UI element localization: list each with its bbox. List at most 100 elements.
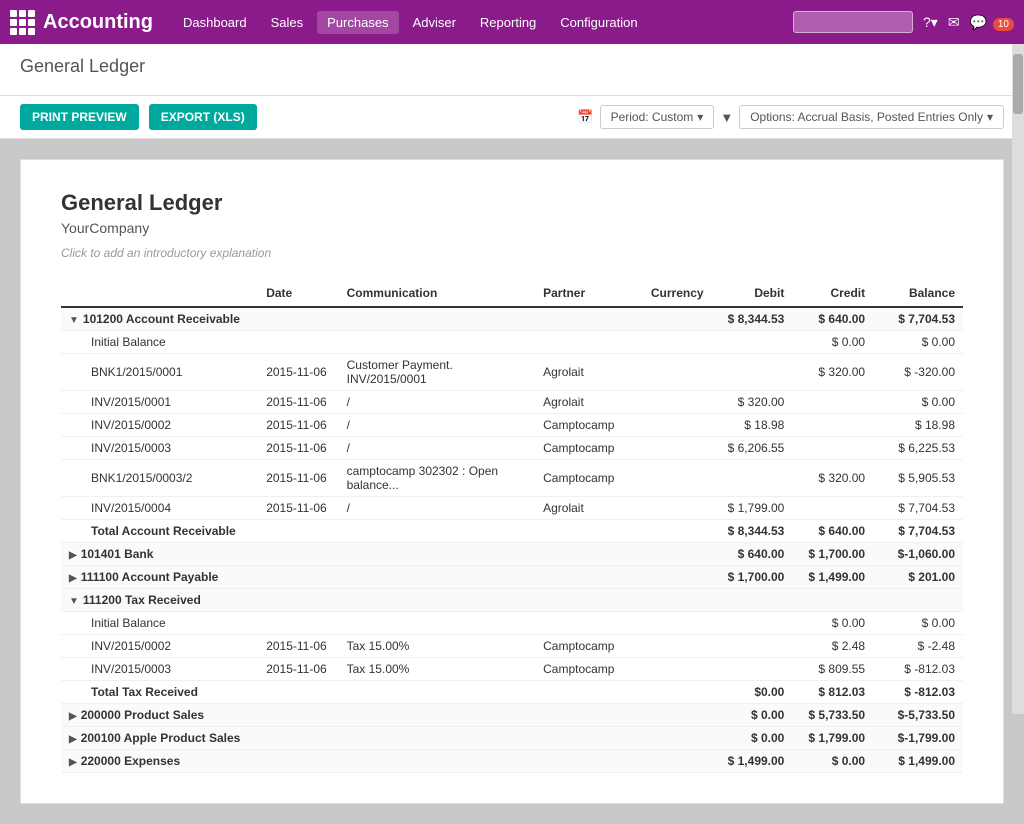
row-ref[interactable]: BNK1/2015/0003/2 [61, 460, 258, 497]
account-label-200000: ▶200000 Product Sales [61, 704, 712, 727]
total-label-101200: Total Account Receivable [61, 520, 712, 543]
account-credit-220000: $ 0.00 [792, 750, 873, 773]
account-balance-220000: $ 1,499.00 [873, 750, 963, 773]
table-row: INV/2015/0003 2015-11-06 Tax 15.00% Camp… [61, 658, 963, 681]
row-date: 2015-11-06 [258, 460, 338, 497]
total-row-111200: Total Tax Received $0.00 $ 812.03 $ -812… [61, 681, 963, 704]
expand-icon-111200[interactable]: ▼ [69, 596, 79, 607]
account-credit-101200: $ 640.00 [792, 307, 873, 331]
row-partner: Camptocamp [535, 460, 643, 497]
account-balance-200000: $-5,733.50 [873, 704, 963, 727]
row-comm: / [339, 497, 535, 520]
total-debit-111200: $0.00 [712, 681, 793, 704]
table-row: INV/2015/0002 2015-11-06 Tax 15.00% Camp… [61, 635, 963, 658]
expand-icon-200000[interactable]: ▶ [69, 711, 77, 722]
row-currency [643, 460, 712, 497]
search-input[interactable] [793, 11, 913, 33]
mail-icon[interactable]: ✉ [948, 14, 960, 31]
expand-icon-111100[interactable]: ▶ [69, 573, 77, 584]
expand-icon-220000[interactable]: ▶ [69, 757, 77, 768]
report-container: General Ledger YourCompany Click to add … [20, 159, 1004, 804]
nav-right: ?▾ ✉ 💬 10 [793, 11, 1014, 33]
expand-icon-101401[interactable]: ▶ [69, 550, 77, 561]
account-balance-101200: $ 7,704.53 [873, 307, 963, 331]
account-balance-111100: $ 201.00 [873, 566, 963, 589]
page-wrapper: General Ledger PRINT PREVIEW EXPORT (XLS… [0, 44, 1024, 824]
row-ref[interactable]: INV/2015/0002 [61, 635, 258, 658]
print-preview-button[interactable]: PRINT PREVIEW [20, 104, 139, 130]
period-button[interactable]: Period: Custom ▾ [600, 105, 715, 129]
account-label-111100: ▶111100 Account Payable [61, 566, 712, 589]
row-ref[interactable]: INV/2015/0002 [61, 414, 258, 437]
expand-icon-101200[interactable]: ▼ [69, 315, 79, 326]
nav-links: Dashboard Sales Purchases Adviser Report… [173, 11, 793, 34]
row-label: Initial Balance [61, 331, 712, 354]
row-balance: $ 7,704.53 [873, 497, 963, 520]
row-ref[interactable]: BNK1/2015/0001 [61, 354, 258, 391]
row-date: 2015-11-06 [258, 391, 338, 414]
row-date: 2015-11-06 [258, 635, 338, 658]
account-credit-111200 [792, 589, 873, 612]
row-partner: Camptocamp [535, 437, 643, 460]
nav-dashboard[interactable]: Dashboard [173, 11, 257, 34]
report-note: Click to add an introductory explanation [61, 246, 963, 260]
row-partner: Agrolait [535, 391, 643, 414]
page-title: General Ledger [20, 56, 1004, 77]
row-credit: $ 0.00 [792, 612, 873, 635]
col-account [61, 280, 258, 307]
account-debit-111100: $ 1,700.00 [712, 566, 793, 589]
account-section-101200: ▼101200 Account Receivable $ 8,344.53 $ … [61, 307, 963, 331]
options-button[interactable]: Options: Accrual Basis, Posted Entries O… [739, 105, 1004, 129]
table-row: Initial Balance $ 0.00 $ 0.00 [61, 612, 963, 635]
row-credit [792, 414, 873, 437]
row-date: 2015-11-06 [258, 414, 338, 437]
table-row: INV/2015/0002 2015-11-06 / Camptocamp $ … [61, 414, 963, 437]
row-debit [712, 331, 793, 354]
account-label-200100: ▶200100 Apple Product Sales [61, 727, 712, 750]
scrollbar-thumb[interactable] [1013, 54, 1023, 114]
account-section-200100: ▶200100 Apple Product Sales $ 0.00 $ 1,7… [61, 727, 963, 750]
row-credit: $ 320.00 [792, 354, 873, 391]
help-icon[interactable]: ?▾ [923, 14, 938, 31]
nav-configuration[interactable]: Configuration [550, 11, 647, 34]
row-ref[interactable]: INV/2015/0004 [61, 497, 258, 520]
row-comm: / [339, 391, 535, 414]
row-balance: $ 0.00 [873, 331, 963, 354]
chat-icon[interactable]: 💬 10 [970, 14, 1014, 31]
row-partner: Agrolait [535, 497, 643, 520]
toolbar: PRINT PREVIEW EXPORT (XLS) 📅 Period: Cus… [0, 96, 1024, 139]
nav-reporting[interactable]: Reporting [470, 11, 546, 34]
total-balance-101200: $ 7,704.53 [873, 520, 963, 543]
nav-sales[interactable]: Sales [261, 11, 314, 34]
account-debit-101200: $ 8,344.53 [712, 307, 793, 331]
row-ref[interactable]: INV/2015/0003 [61, 658, 258, 681]
row-currency [643, 391, 712, 414]
row-currency [643, 437, 712, 460]
col-partner: Partner [535, 280, 643, 307]
row-credit [792, 391, 873, 414]
row-comm: Tax 15.00% [339, 658, 535, 681]
row-balance: $ 5,905.53 [873, 460, 963, 497]
nav-purchases[interactable]: Purchases [317, 11, 398, 34]
table-row: INV/2015/0001 2015-11-06 / Agrolait $ 32… [61, 391, 963, 414]
table-row: BNK1/2015/0003/2 2015-11-06 camptocamp 3… [61, 460, 963, 497]
account-debit-220000: $ 1,499.00 [712, 750, 793, 773]
row-debit: $ 1,799.00 [712, 497, 793, 520]
row-balance: $ 0.00 [873, 612, 963, 635]
row-ref[interactable]: INV/2015/0003 [61, 437, 258, 460]
account-credit-111100: $ 1,499.00 [792, 566, 873, 589]
table-row: INV/2015/0004 2015-11-06 / Agrolait $ 1,… [61, 497, 963, 520]
scrollbar-track[interactable] [1012, 44, 1024, 714]
table-row: BNK1/2015/0001 2015-11-06 Customer Payme… [61, 354, 963, 391]
row-credit: $ 320.00 [792, 460, 873, 497]
row-comm: Tax 15.00% [339, 635, 535, 658]
row-partner: Agrolait [535, 354, 643, 391]
row-debit [712, 460, 793, 497]
row-balance: $ 18.98 [873, 414, 963, 437]
row-credit [792, 497, 873, 520]
nav-adviser[interactable]: Adviser [403, 11, 466, 34]
export-xls-button[interactable]: EXPORT (XLS) [149, 104, 257, 130]
expand-icon-200100[interactable]: ▶ [69, 734, 77, 745]
row-credit: $ 809.55 [792, 658, 873, 681]
row-ref[interactable]: INV/2015/0001 [61, 391, 258, 414]
